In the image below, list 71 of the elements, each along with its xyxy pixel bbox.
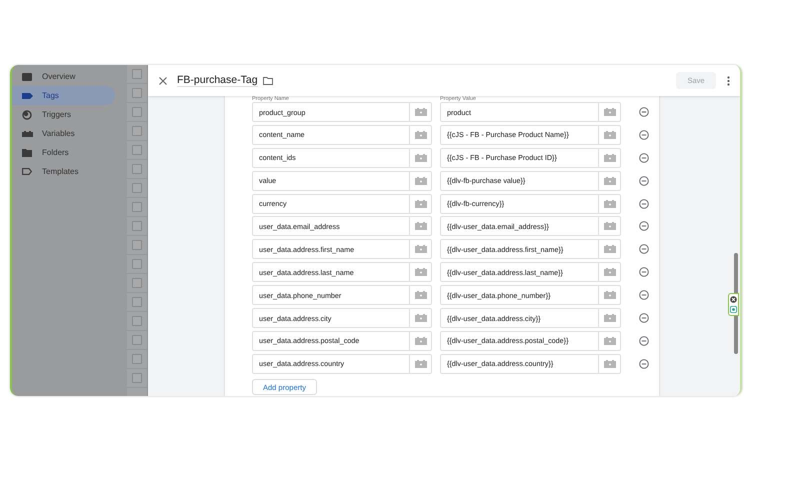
variable-picker-icon[interactable] [414,154,426,162]
sidebar-item[interactable]: Variables [12,124,115,143]
variable-picker-icon[interactable] [604,130,616,139]
tag-icon [22,92,33,98]
variable-picker-icon[interactable] [604,268,616,276]
badge-icon[interactable] [730,306,737,314]
variable-picker-icon[interactable] [414,176,426,185]
remove-icon[interactable] [639,107,649,117]
row-checkbox[interactable] [132,107,142,117]
sidebar-item[interactable]: Overview [12,67,115,86]
row-checkbox[interactable] [132,259,142,269]
label-icon [22,168,32,175]
remove-icon[interactable] [639,313,649,324]
more-icon[interactable] [727,76,730,86]
folder-icon [22,148,32,156]
variable-picker-icon[interactable] [414,268,426,276]
row-checkbox[interactable] [132,278,142,288]
close-icon[interactable] [159,76,167,84]
variable-picker-icon[interactable] [414,314,426,322]
variable-picker-icon[interactable] [604,314,616,322]
tag-title[interactable]: FB-purchase-Tag [177,74,258,87]
variable-picker-icon[interactable] [604,245,616,254]
remove-icon[interactable] [639,290,649,300]
sidebar-item[interactable]: Folders [12,143,115,162]
folder-icon[interactable] [262,76,273,84]
variable-picker-icon[interactable] [604,291,616,300]
row-checkbox[interactable] [132,202,142,212]
remove-icon[interactable] [639,336,649,346]
remove-icon[interactable] [639,152,649,163]
extension-widget[interactable] [728,293,739,316]
variable-picker-icon[interactable] [414,245,426,254]
remove-icon[interactable] [639,198,649,209]
variable-picker-icon[interactable] [414,222,426,230]
row-checkbox[interactable] [132,221,142,231]
remove-icon[interactable] [639,221,649,232]
variable-picker-icon[interactable] [604,108,616,116]
variable-picker-icon[interactable] [414,200,426,208]
variable-picker-icon[interactable] [604,154,616,162]
blocks-icon [22,130,33,136]
window-icon [22,72,32,80]
row-checkbox[interactable] [132,126,142,136]
sidebar-item[interactable]: Triggers [12,105,115,124]
remove-icon[interactable] [639,358,649,369]
variable-picker-icon[interactable] [604,176,616,185]
variable-picker-icon[interactable] [604,360,616,368]
sidebar-item[interactable]: Tags [12,86,115,105]
variable-picker-icon[interactable] [604,200,616,208]
row-checkbox[interactable] [132,316,142,326]
row-checkbox[interactable] [132,297,142,307]
variable-picker-icon[interactable] [414,360,426,368]
variable-picker-icon[interactable] [604,336,616,345]
remove-icon[interactable] [639,130,649,140]
row-checkbox[interactable] [132,354,142,364]
row-checkbox[interactable] [132,373,142,383]
row-checkbox[interactable] [132,69,142,79]
sidebar-item[interactable]: Templates [12,162,115,181]
row-checkbox[interactable] [132,145,142,155]
variable-picker-icon[interactable] [414,336,426,345]
row-checkbox[interactable] [132,88,142,98]
row-checkbox[interactable] [132,164,142,174]
remove-icon[interactable] [639,267,649,278]
variable-picker-icon[interactable] [604,222,616,230]
variable-picker-icon[interactable] [414,130,426,139]
remove-icon[interactable] [639,244,649,254]
variable-picker-icon[interactable] [414,291,426,300]
row-checkbox[interactable] [132,335,142,345]
row-checkbox[interactable] [132,183,142,193]
trigger-icon [22,110,32,120]
remove-icon[interactable] [639,176,649,186]
row-checkbox[interactable] [132,240,142,250]
variable-picker-icon[interactable] [414,108,426,116]
